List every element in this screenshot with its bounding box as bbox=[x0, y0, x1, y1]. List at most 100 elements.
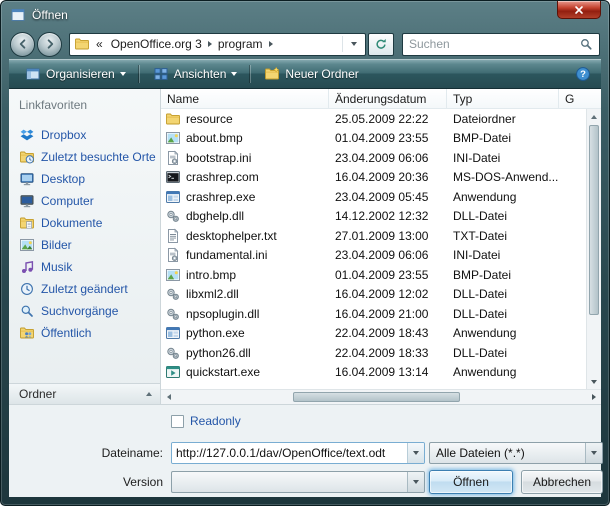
breadcrumb-segment[interactable]: program bbox=[216, 37, 265, 51]
cancel-button[interactable]: Abbrechen bbox=[521, 470, 603, 494]
file-row[interactable]: dbghelp.dll14.12.2002 12:32DLL-Datei bbox=[161, 207, 586, 227]
file-date: 23.04.2009 05:45 bbox=[329, 190, 447, 204]
sidebar-item-recent-places[interactable]: Zuletzt besuchte Orte bbox=[9, 146, 160, 168]
scroll-right-button[interactable] bbox=[586, 390, 601, 404]
horizontal-scrollbar[interactable] bbox=[161, 389, 601, 404]
recently-changed-icon bbox=[19, 281, 35, 297]
file-row[interactable]: crashrep.com16.04.2009 20:36MS-DOS-Anwen… bbox=[161, 168, 586, 188]
breadcrumb-arrow-icon[interactable] bbox=[269, 41, 273, 47]
refresh-icon bbox=[374, 37, 388, 51]
sidebar-item-label: Zuletzt besuchte Orte bbox=[41, 150, 156, 164]
file-name: npsoplugin.dll bbox=[186, 307, 259, 321]
quickstart-icon bbox=[165, 364, 181, 380]
file-row[interactable]: resource25.05.2009 22:22Dateiordner bbox=[161, 109, 586, 129]
column-header-änderungsdatum[interactable]: Änderungsdatum bbox=[329, 89, 447, 108]
search-input[interactable] bbox=[409, 37, 579, 51]
sidebar-item-searches[interactable]: Suchvorgänge bbox=[9, 300, 160, 322]
horizontal-scroll-thumb[interactable] bbox=[293, 392, 460, 402]
breadcrumb-arrow-icon[interactable] bbox=[208, 41, 212, 47]
search-box bbox=[402, 33, 600, 56]
file-name: libxml2.dll bbox=[186, 287, 239, 301]
file-type: Dateiordner bbox=[447, 112, 559, 126]
filename-input[interactable] bbox=[172, 443, 407, 463]
breadcrumb-segment[interactable]: OpenOffice.org 3 bbox=[109, 37, 204, 51]
chevron-down-icon bbox=[120, 72, 126, 76]
dll-icon bbox=[165, 345, 181, 361]
sidebar-item-label: Computer bbox=[41, 194, 94, 208]
filetype-dropdown-button[interactable] bbox=[585, 443, 602, 463]
sidebar-item-public[interactable]: Öffentlich bbox=[9, 322, 160, 344]
file-row[interactable]: fundamental.ini23.04.2009 06:06INI-Datei bbox=[161, 246, 586, 266]
organize-button[interactable]: Organisieren bbox=[17, 63, 134, 85]
file-row[interactable]: desktophelper.txt27.01.2009 13:00TXT-Dat… bbox=[161, 226, 586, 246]
help-button[interactable]: ? bbox=[573, 64, 593, 84]
version-combobox[interactable] bbox=[171, 471, 425, 493]
ini-icon bbox=[165, 150, 181, 166]
sidebar-item-label: Dokumente bbox=[41, 216, 102, 230]
sidebar-item-label: Zuletzt geändert bbox=[41, 282, 128, 296]
refresh-button[interactable] bbox=[368, 33, 394, 56]
window-title: Öffnen bbox=[32, 8, 68, 22]
chevron-down-icon bbox=[413, 451, 419, 455]
address-dropdown-button[interactable] bbox=[347, 42, 361, 46]
file-row[interactable]: python26.dll22.04.2009 18:33DLL-Datei bbox=[161, 343, 586, 363]
open-button[interactable]: Öffnen bbox=[429, 470, 513, 494]
sidebar-item-documents[interactable]: Dokumente bbox=[9, 212, 160, 234]
column-header-g[interactable]: G bbox=[559, 89, 586, 108]
file-date: 14.12.2002 12:32 bbox=[329, 209, 447, 223]
music-icon bbox=[19, 259, 35, 275]
file-row[interactable]: npsoplugin.dll16.04.2009 21:00DLL-Datei bbox=[161, 304, 586, 324]
views-button[interactable]: Ansichten bbox=[145, 63, 246, 85]
new-folder-button[interactable]: Neuer Ordner bbox=[256, 63, 366, 85]
vertical-scrollbar[interactable] bbox=[586, 109, 601, 389]
file-row[interactable]: libxml2.dll16.04.2009 12:02DLL-Datei bbox=[161, 285, 586, 305]
file-row[interactable]: quickstart.exe16.04.2009 13:14Anwendung bbox=[161, 363, 586, 383]
scroll-up-button[interactable] bbox=[587, 109, 601, 124]
new-folder-label: Neuer Ordner bbox=[285, 67, 358, 81]
forward-button[interactable] bbox=[37, 32, 62, 57]
sidebar-item-label: Musik bbox=[41, 260, 72, 274]
file-type: TXT-Datei bbox=[447, 229, 559, 243]
readonly-checkbox[interactable] bbox=[171, 415, 184, 428]
file-row[interactable]: about.bmp01.04.2009 23:55BMP-Datei bbox=[161, 129, 586, 149]
back-button[interactable] bbox=[10, 32, 35, 57]
version-dropdown-button[interactable] bbox=[407, 472, 424, 492]
file-name: python26.dll bbox=[186, 346, 251, 360]
svg-text:?: ? bbox=[580, 69, 586, 80]
file-type: INI-Datei bbox=[447, 248, 559, 262]
sidebar-item-recently-changed[interactable]: Zuletzt geändert bbox=[9, 278, 160, 300]
file-row[interactable]: crashrep.exe23.04.2009 05:45Anwendung bbox=[161, 187, 586, 207]
filetype-combobox[interactable]: Alle Dateien (*.*) bbox=[429, 442, 603, 464]
app-icon bbox=[165, 325, 181, 341]
sidebar-item-dropbox[interactable]: Dropbox bbox=[9, 124, 160, 146]
file-list-panel: NameÄnderungsdatumTypG resource25.05.200… bbox=[161, 89, 601, 404]
app-icon bbox=[165, 189, 181, 205]
file-date: 16.04.2009 13:14 bbox=[329, 365, 447, 379]
sidebar-item-label: Dropbox bbox=[41, 128, 86, 142]
address-bar[interactable]: « OpenOffice.org 3 program bbox=[69, 33, 366, 56]
file-row[interactable]: python.exe22.04.2009 18:43Anwendung bbox=[161, 324, 586, 344]
column-header-typ[interactable]: Typ bbox=[447, 89, 559, 108]
navigation-bar: « OpenOffice.org 3 program bbox=[1, 29, 609, 59]
sidebar-item-computer[interactable]: Computer bbox=[9, 190, 160, 212]
file-row[interactable]: bootstrap.ini23.04.2009 06:06INI-Datei bbox=[161, 148, 586, 168]
browse-area: Linkfavoriten DropboxZuletzt besuchte Or… bbox=[9, 89, 601, 405]
file-type: INI-Datei bbox=[447, 151, 559, 165]
file-row[interactable]: intro.bmp01.04.2009 23:55BMP-Datei bbox=[161, 265, 586, 285]
sidebar-item-music[interactable]: Musik bbox=[9, 256, 160, 278]
sidebar-item-label: Bilder bbox=[41, 238, 72, 252]
vertical-scroll-thumb[interactable] bbox=[589, 125, 599, 315]
column-header-name[interactable]: Name bbox=[161, 89, 329, 108]
breadcrumb-overflow[interactable]: « bbox=[94, 37, 105, 51]
filename-label: Dateiname: bbox=[9, 446, 163, 460]
scroll-left-button[interactable] bbox=[161, 390, 176, 404]
sidebar-item-desktop[interactable]: Desktop bbox=[9, 168, 160, 190]
file-rows: resource25.05.2009 22:22Dateiordnerabout… bbox=[161, 109, 586, 389]
file-type: Anwendung bbox=[447, 326, 559, 340]
folders-expander[interactable]: Ordner bbox=[9, 383, 160, 404]
filename-dropdown-button[interactable] bbox=[407, 443, 424, 463]
scroll-down-button[interactable] bbox=[587, 374, 601, 389]
sidebar-item-pictures[interactable]: Bilder bbox=[9, 234, 160, 256]
close-button[interactable] bbox=[557, 1, 601, 19]
readonly-label: Readonly bbox=[190, 414, 241, 428]
